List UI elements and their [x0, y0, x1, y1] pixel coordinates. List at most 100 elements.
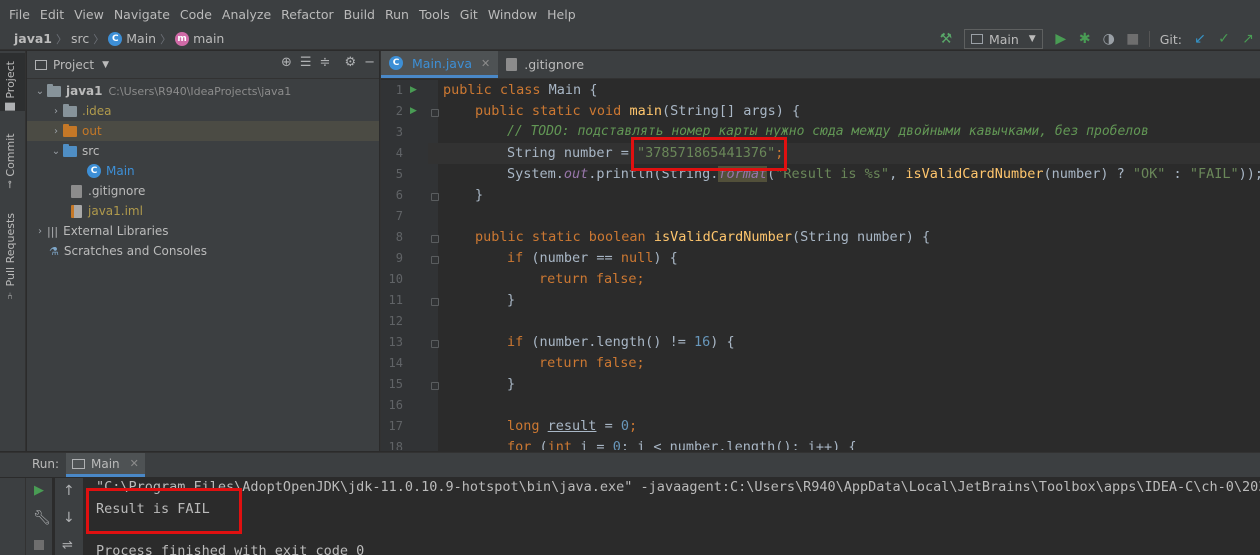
breadcrumb-class[interactable]: Main — [126, 31, 156, 46]
line-number: 16 — [388, 398, 403, 412]
git-update-icon[interactable]: ↙ — [1188, 28, 1212, 50]
tool-tab-pull-requests[interactable]: ⑂ Pull Requests — [4, 213, 17, 300]
tree-item-label: out — [82, 124, 102, 138]
run-panel-label: Run: — [32, 457, 60, 471]
menu-refactor[interactable]: Refactor — [276, 7, 338, 22]
stop-icon[interactable] — [34, 540, 44, 550]
tab-main-java[interactable]: C Main.java ✕ — [381, 51, 499, 78]
tree-item-main[interactable]: C Main — [27, 161, 379, 181]
fold-icon[interactable] — [431, 256, 439, 264]
menu-help[interactable]: Help — [542, 7, 581, 22]
tree-item-external-libraries[interactable]: › ||| External Libraries — [27, 221, 379, 241]
fold-icon[interactable] — [431, 235, 439, 243]
tool-tab-commit[interactable]: ⊸ Commit — [4, 133, 17, 189]
fold-icon[interactable] — [431, 193, 439, 201]
tree-item-gitignore[interactable]: .gitignore — [27, 181, 379, 201]
code-line-17: long result = 0; — [507, 418, 638, 434]
project-panel-header: Project ▼ ⊕ ☰ ≑ ⚙ − — [27, 51, 379, 79]
tree-item-src[interactable]: ⌄ src — [27, 141, 379, 161]
run-tools-primary: ▶ 🔧︎ — [26, 478, 52, 555]
tree-item-iml[interactable]: java1.iml — [27, 201, 379, 221]
soft-wrap-icon[interactable]: ⇌ — [62, 538, 73, 553]
fold-icon[interactable] — [431, 298, 439, 306]
class-icon: C — [87, 164, 101, 178]
fold-icon[interactable] — [431, 382, 439, 390]
build-hammer-icon[interactable]: ⚒ — [934, 28, 958, 50]
chevron-right-icon: 〉 — [56, 32, 68, 46]
git-commit-icon[interactable]: ✓ — [1212, 28, 1236, 50]
line-number: 11 — [388, 293, 403, 307]
source-folder-icon — [63, 143, 77, 157]
code-line-13: if (number.length() != 16) { — [507, 334, 735, 350]
menu-build[interactable]: Build — [339, 7, 380, 22]
collapse-all-icon[interactable]: ≑ — [320, 55, 331, 70]
line-number: 10 — [388, 272, 403, 286]
tree-item-scratches[interactable]: ⚗ Scratches and Consoles — [27, 241, 379, 261]
fold-icon[interactable] — [431, 109, 439, 117]
chevron-right-icon[interactable]: › — [33, 226, 47, 237]
menu-tools[interactable]: Tools — [414, 7, 455, 22]
close-icon[interactable]: ✕ — [130, 457, 139, 470]
menu-file[interactable]: File — [4, 7, 35, 22]
tree-item-idea[interactable]: › .idea — [27, 101, 379, 121]
line-number: 15 — [388, 377, 403, 391]
tree-item-out[interactable]: › out — [27, 121, 379, 141]
line-number: 4 — [395, 146, 403, 160]
breadcrumb-src[interactable]: src — [71, 31, 89, 46]
menu-navigate[interactable]: Navigate — [109, 7, 175, 22]
folder-icon — [63, 103, 77, 117]
menu-code[interactable]: Code — [175, 7, 217, 22]
coverage-icon[interactable]: ◑ — [1097, 28, 1121, 50]
arrow-down-icon[interactable]: ↓ — [63, 510, 75, 526]
tree-item-java1[interactable]: ⌄ java1 C:\Users\R940\IdeaProjects\java1 — [27, 81, 379, 101]
chevron-right-icon: 〉 — [93, 32, 105, 46]
breadcrumb-method[interactable]: main — [193, 31, 224, 46]
chevron-right-icon[interactable]: › — [49, 106, 63, 117]
tool-tab-project[interactable]: Project — [4, 61, 17, 111]
close-icon[interactable]: ✕ — [481, 57, 490, 70]
tool-tab-commit-label: Commit — [4, 133, 17, 177]
menu-view[interactable]: View — [69, 7, 109, 22]
git-push-icon[interactable]: ↗ — [1236, 28, 1260, 50]
iml-file-icon — [71, 204, 82, 218]
line-number: 3 — [395, 125, 403, 139]
line-number: 5 — [395, 167, 403, 181]
rerun-icon[interactable]: ▶ — [34, 483, 44, 498]
locate-icon[interactable]: ⊕ — [281, 55, 292, 70]
code-line-6: } — [475, 187, 484, 203]
run-config-label: Main — [988, 31, 1019, 47]
chevron-down-icon[interactable]: ⌄ — [49, 146, 63, 157]
chevron-down-icon[interactable]: ⌄ — [33, 86, 47, 97]
run-icon[interactable]: ▶ — [1049, 28, 1073, 50]
menu-window[interactable]: Window — [483, 7, 542, 22]
run-gutter-icon[interactable]: ▶ — [410, 85, 417, 95]
debug-icon[interactable]: ✱ — [1073, 28, 1097, 50]
code-line-3: // TODO: подставлять номер карты нужно с… — [507, 124, 1149, 139]
project-panel-tools: ⊕ ☰ ≑ ⚙ − — [281, 55, 375, 70]
hide-icon[interactable]: − — [364, 55, 375, 70]
wrench-icon[interactable]: 🔧︎ — [33, 510, 51, 526]
fold-icon[interactable] — [431, 340, 439, 348]
menu-edit[interactable]: Edit — [35, 7, 69, 22]
run-tab-main[interactable]: Main ✕ — [66, 453, 145, 477]
tree-item-label: External Libraries — [63, 224, 169, 238]
console-command-line: "C:\Program Files\AdoptOpenJDK\jdk-11.0.… — [96, 479, 1260, 495]
navigation-bar: java1 〉 src 〉 C Main 〉 m main ⚒ Main ▼ ▶… — [0, 28, 1260, 50]
menu-run[interactable]: Run — [380, 7, 414, 22]
tab-gitignore[interactable]: .gitignore — [498, 51, 592, 78]
menu-git[interactable]: Git — [455, 7, 483, 22]
code-line-1: public class Main { — [443, 82, 598, 98]
stop-icon[interactable]: ■ — [1121, 28, 1145, 50]
menu-analyze[interactable]: Analyze — [217, 7, 276, 22]
arrow-up-icon[interactable]: ↑ — [63, 483, 75, 499]
project-panel-title[interactable]: Project — [53, 58, 94, 72]
run-gutter-icon[interactable]: ▶ — [410, 106, 417, 116]
expand-all-icon[interactable]: ☰ — [300, 55, 312, 70]
run-config-select[interactable]: Main ▼ — [963, 29, 1043, 49]
gear-icon[interactable]: ⚙ — [344, 55, 356, 70]
code-line-10: return false; — [539, 271, 645, 287]
line-number: 2 — [395, 104, 403, 118]
chevron-down-icon[interactable]: ▼ — [102, 60, 109, 70]
breadcrumb-project[interactable]: java1 — [14, 31, 52, 46]
chevron-right-icon[interactable]: › — [49, 126, 63, 137]
